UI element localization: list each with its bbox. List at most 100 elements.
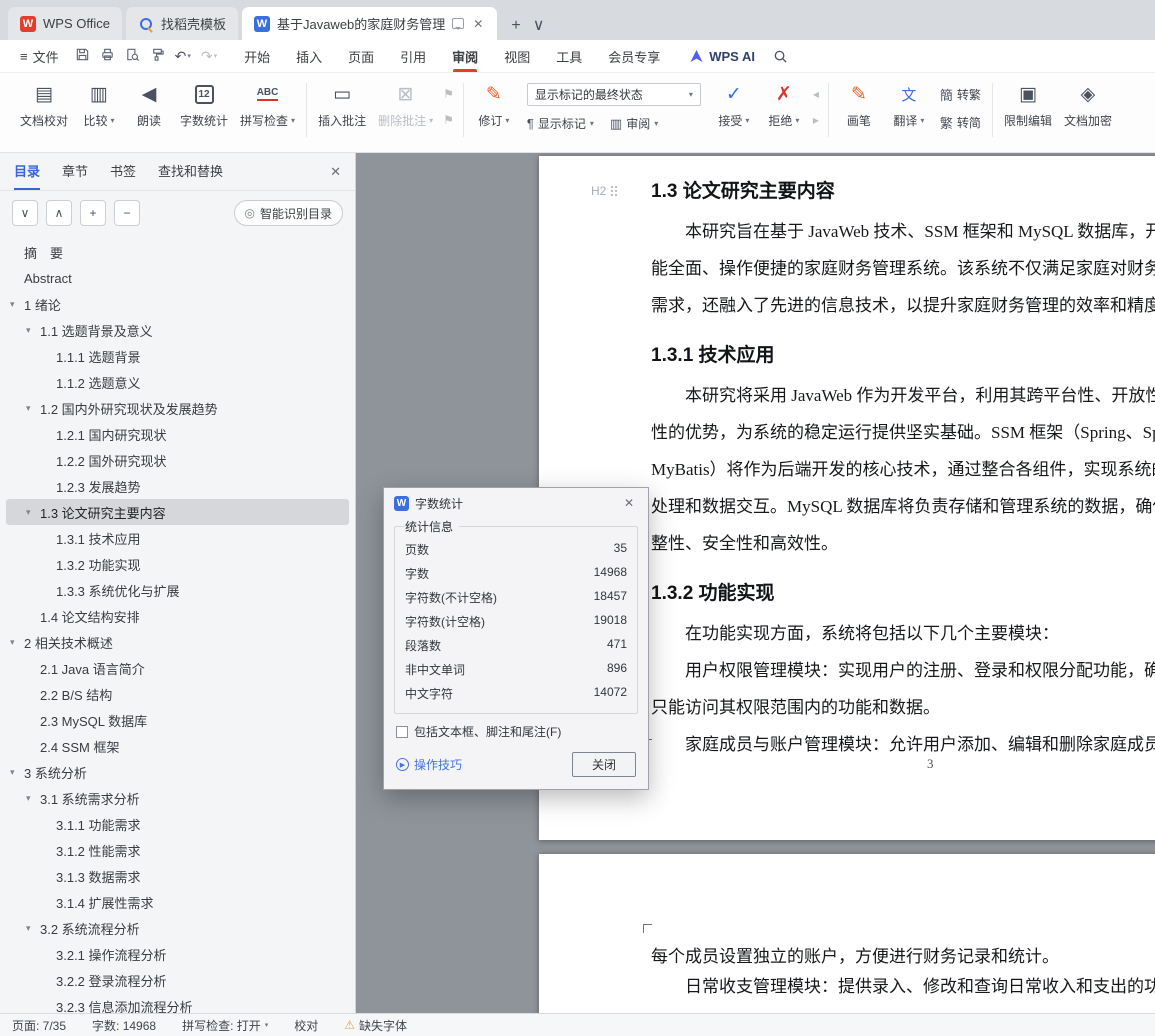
toc-item[interactable]: 2.1 Java 语言简介	[6, 655, 349, 681]
checkbox-icon[interactable]	[396, 725, 408, 738]
toc-item[interactable]: 2.3 MySQL 数据库	[6, 707, 349, 733]
encrypt-document-button[interactable]: ◈ 文档加密	[1058, 73, 1118, 129]
to-traditional-button[interactable]: 簡转繁	[940, 85, 981, 104]
menu-item[interactable]: 工具	[543, 40, 595, 72]
markup-state-combo[interactable]: 显示标记的最终状态 ▾	[526, 83, 701, 106]
spell-check-toggle[interactable]: 拼写检查: 打开 ▾	[182, 1017, 268, 1034]
toc-item[interactable]: 1.2.3 发展趋势	[6, 473, 349, 499]
toc-item[interactable]: 3.2.3 信息添加流程分析	[6, 993, 349, 1014]
toc-item[interactable]: 1.2.2 国外研究现状	[6, 447, 349, 473]
toc-item[interactable]: 1.2.1 国内研究现状	[6, 421, 349, 447]
toc-item[interactable]: ▾ 1.1 选题背景及意义	[6, 317, 349, 343]
new-tab-button[interactable]: +	[511, 18, 520, 34]
toc-item[interactable]: 摘 要	[6, 239, 349, 265]
search-icon[interactable]	[773, 49, 788, 64]
menu-item[interactable]: 审阅	[439, 40, 491, 72]
toc-item[interactable]: 2.4 SSM 框架	[6, 733, 349, 759]
menu-item[interactable]: 开始	[231, 40, 283, 72]
increase-level-button[interactable]: +	[80, 200, 106, 226]
spell-check-button[interactable]: ABC 拼写检查 ▾	[234, 73, 301, 129]
toc-item[interactable]: 3.2.1 操作流程分析	[6, 941, 349, 967]
tips-link[interactable]: ▶ 操作技巧	[396, 756, 462, 773]
toc-item[interactable]: ▾ 3.2 系统流程分析	[6, 915, 349, 941]
prev-comment-button[interactable]: ⚑	[443, 87, 454, 101]
include-footnotes-checkbox[interactable]: 包括文本框、脚注和尾注(F)	[396, 723, 636, 740]
menu-item[interactable]: 页面	[335, 40, 387, 72]
toc-item[interactable]: 3.1.2 性能需求	[6, 837, 349, 863]
page-2-text[interactable]: 每个成员设置独立的账户，方便进行财务记录和统计。 日常收支管理模块：提供录入、修…	[539, 854, 1155, 1013]
next-change-button[interactable]: ▸	[813, 113, 819, 127]
compare-button[interactable]: ▥ 比较 ▾	[74, 73, 124, 129]
toc-item[interactable]: 1.3.1 技术应用	[6, 525, 349, 551]
reject-button[interactable]: ✗ 拒绝 ▾	[759, 73, 809, 129]
to-simplified-button[interactable]: 繁转简	[940, 113, 981, 132]
toc-item[interactable]: 1.3.2 功能实现	[6, 551, 349, 577]
toc-item[interactable]: ▾ 3.1 系统需求分析	[6, 785, 349, 811]
accept-button[interactable]: ✓ 接受 ▾	[709, 73, 759, 129]
sidebar-tab-find-replace[interactable]: 查找和替换	[158, 153, 223, 190]
file-menu-button[interactable]: ≡ 文件	[12, 47, 67, 66]
proofread-button[interactable]: 校对	[294, 1017, 318, 1034]
toc-item[interactable]: 3.1.1 功能需求	[6, 811, 349, 837]
close-sidebar-icon[interactable]: ✕	[330, 164, 341, 180]
smart-toc-button[interactable]: ◎ 智能识别目录	[233, 200, 343, 226]
window-tab[interactable]: W WPS Office	[8, 7, 122, 40]
toc-item[interactable]: 2.2 B/S 结构	[6, 681, 349, 707]
redo-button[interactable]: ↷ ▾	[201, 48, 217, 65]
highlight-pen-button[interactable]: ✎ 画笔	[834, 73, 884, 129]
next-comment-button[interactable]: ⚑	[443, 113, 454, 127]
format-painter-button[interactable]	[150, 47, 165, 65]
undo-button[interactable]: ↶ ▾	[175, 48, 191, 65]
track-changes-button[interactable]: ✎ 修订 ▾	[469, 73, 519, 129]
toc-item[interactable]: 3.1.4 扩展性需求	[6, 889, 349, 915]
restrict-editing-button[interactable]: ▣ 限制编辑	[998, 73, 1058, 129]
page-indicator[interactable]: 页面: 7/35	[12, 1017, 66, 1034]
heading-level-badge[interactable]: H2	[591, 184, 619, 198]
sidebar-tab-chapters[interactable]: 章节	[62, 153, 88, 190]
toc-item[interactable]: 1.4 论文结构安排	[6, 603, 349, 629]
sidebar-tab-toc[interactable]: 目录	[14, 153, 41, 190]
toc-item[interactable]: 1.1.2 选题意义	[6, 369, 349, 395]
insert-comment-button[interactable]: ▭ 插入批注	[312, 73, 372, 129]
prev-change-button[interactable]: ◂	[813, 87, 819, 101]
read-aloud-button[interactable]: ◀ 朗读	[124, 73, 174, 129]
show-markup-button[interactable]: ¶ 显示标记 ▾	[527, 115, 594, 132]
review-pane-button[interactable]: ▥ 审阅 ▾	[610, 115, 658, 132]
word-count-indicator[interactable]: 字数: 14968	[92, 1017, 156, 1034]
drag-handle-icon[interactable]	[610, 185, 619, 197]
tab-list-caret-icon[interactable]: ∨	[533, 18, 545, 34]
close-dialog-icon[interactable]: ✕	[620, 494, 638, 512]
translate-button[interactable]: 文翻译 ▾	[884, 73, 934, 129]
menu-item[interactable]: 引用	[387, 40, 439, 72]
collapse-heading-button[interactable]: ∨	[12, 200, 38, 226]
toc-item[interactable]: 1.1.1 选题背景	[6, 343, 349, 369]
print-preview-button[interactable]	[125, 47, 140, 65]
save-button[interactable]	[75, 47, 90, 65]
toc-item[interactable]: ▾ 1 绪论	[6, 291, 349, 317]
close-tab-icon[interactable]: ✕	[471, 17, 485, 31]
sidebar-tab-bookmarks[interactable]: 书签	[110, 153, 136, 190]
missing-font-warning[interactable]: ⚠ 缺失字体	[344, 1017, 407, 1034]
wps-ai-button[interactable]: WPS AI	[689, 49, 755, 64]
doc-proofread-button[interactable]: ▤ 文档校对	[14, 73, 74, 129]
menu-item[interactable]: 视图	[491, 40, 543, 72]
decrease-level-button[interactable]: −	[114, 200, 140, 226]
window-tab[interactable]: W 基于Javaweb的家庭财务管理 ✕	[241, 7, 498, 40]
toc-item[interactable]: Abstract	[6, 265, 349, 291]
toc-item[interactable]: 3.1.3 数据需求	[6, 863, 349, 889]
toc-item[interactable]: ▾ 3 系统分析	[6, 759, 349, 785]
dialog-title-bar[interactable]: W 字数统计 ✕	[384, 488, 648, 518]
menu-item[interactable]: 会员专享	[595, 40, 673, 72]
toc-item[interactable]: ▾ 1.2 国内外研究现状及发展趋势	[6, 395, 349, 421]
toc-item[interactable]: ▾ 1.3 论文研究主要内容	[6, 499, 349, 525]
toc-item[interactable]: 1.3.3 系统优化与扩展	[6, 577, 349, 603]
print-button[interactable]	[100, 47, 115, 65]
window-tab[interactable]: 找稻壳模板	[125, 7, 238, 40]
toc-item[interactable]: 3.2.2 登录流程分析	[6, 967, 349, 993]
menu-item[interactable]: 插入	[283, 40, 335, 72]
word-count-button[interactable]: 12 字数统计	[174, 73, 234, 129]
close-button[interactable]: 关闭	[572, 752, 636, 777]
expand-heading-button[interactable]: ∧	[46, 200, 72, 226]
toc-item[interactable]: ▾ 2 相关技术概述	[6, 629, 349, 655]
delete-comment-button[interactable]: ⊠ 删除批注 ▾	[372, 73, 439, 129]
